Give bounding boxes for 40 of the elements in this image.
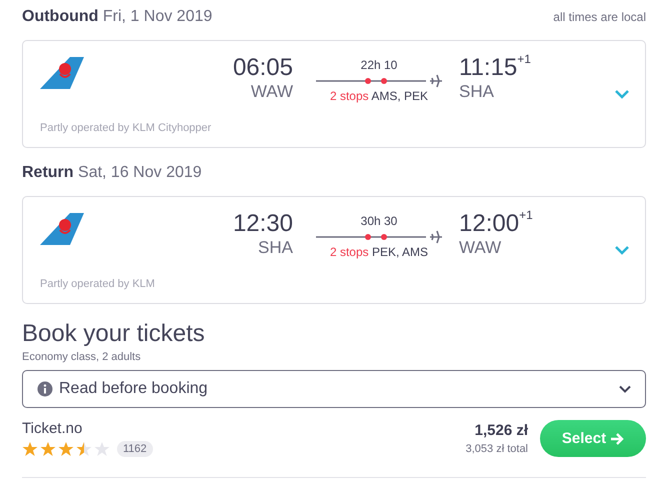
stops-info: 2 stops PEK, AMS xyxy=(330,245,428,259)
chevron-down-icon[interactable] xyxy=(615,89,629,99)
provider-name: Ticket.no xyxy=(22,420,82,437)
review-count: 1162 xyxy=(117,441,153,457)
section-heading: Book your tickets xyxy=(22,320,206,348)
arrival-airport: WAW xyxy=(459,238,502,258)
star-icon xyxy=(94,441,110,457)
flight-duration: 22h 10 xyxy=(360,58,398,72)
route-line-icon xyxy=(316,230,442,244)
departure-airport: SHA xyxy=(258,238,293,258)
star-icon xyxy=(22,441,38,457)
chevron-down-icon[interactable] xyxy=(615,245,629,255)
star-icon xyxy=(76,441,92,457)
operator-note: Partly operated by KLM Cityhopper xyxy=(40,122,212,134)
leg-heading: Outbound Fri, 1 Nov 2019 xyxy=(22,8,212,26)
price: 1,526 zł xyxy=(474,422,528,439)
fare-class: Economy class, 2 adults xyxy=(22,351,142,363)
airline-logo-icon xyxy=(40,57,84,89)
total-price: 3,053 zł total xyxy=(466,443,528,455)
leg-heading: Return Sat, 16 Nov 2019 xyxy=(22,164,202,182)
flight-card[interactable]: 06:05 WAW 22h 10 2 stops AMS, PEK 11:15$^{+1}$ SHA Partly operated by KLM Cityhopper xyxy=(22,40,646,148)
timezone-note: all times are local xyxy=(553,10,646,24)
stops-info: 2 stops AMS, PEK xyxy=(330,89,428,103)
info-dropdown[interactable]: Read before booking xyxy=(22,370,646,408)
departure-time: 12:30 xyxy=(232,211,293,237)
chevron-down-icon xyxy=(619,385,631,393)
info-icon xyxy=(37,381,53,397)
arrival-time: 11:15$^{+1}$ xyxy=(459,55,531,81)
departure-airport: WAW xyxy=(250,82,293,102)
operator-note: Partly operated by KLM xyxy=(40,278,156,290)
arrival-airport: SHA xyxy=(459,82,494,102)
departure-time: 06:05 xyxy=(232,55,293,81)
flight-duration: 30h 30 xyxy=(360,214,398,228)
star-icon xyxy=(58,441,74,457)
flight-card[interactable]: 12:30 SHA 30h 30 2 stops PEK, AMS 12:00$^{+1}$ WAW Partly operated by KLM xyxy=(22,196,646,304)
arrow-right-icon xyxy=(610,432,624,444)
route-line-icon xyxy=(316,74,442,88)
arrival-time: 12:00$^{+1}$ xyxy=(459,211,533,237)
star-icon xyxy=(40,441,56,457)
airline-logo-icon xyxy=(40,213,84,245)
